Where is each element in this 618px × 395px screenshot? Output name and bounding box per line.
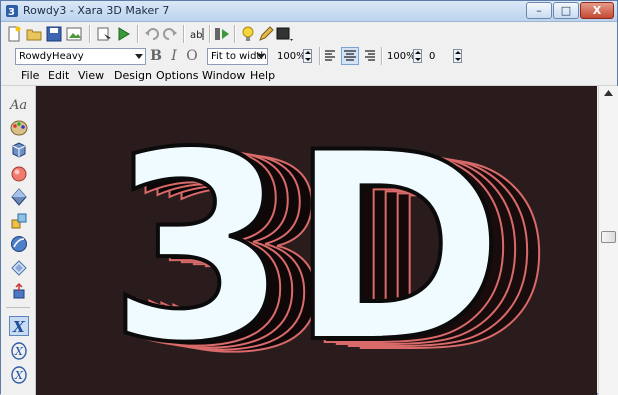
pencil-icon[interactable] (257, 25, 275, 43)
menu-file[interactable]: File (21, 69, 39, 82)
window-title: Rowdy3 - Xara 3D Maker 7 (23, 4, 170, 17)
extrude-tool-icon[interactable] (10, 235, 28, 253)
app-icon: 3 (6, 5, 18, 18)
close-button[interactable]: X (580, 2, 614, 19)
design-canvas[interactable]: 3D 3D 3D 3D 3D (36, 86, 597, 395)
animation-tool-icon[interactable] (10, 259, 28, 277)
spacing-offset-spinner[interactable] (453, 49, 462, 63)
front-face-text: 3D (108, 98, 505, 395)
svg-text:X: X (12, 318, 26, 336)
scale-spinner[interactable] (303, 49, 312, 63)
chevron-down-icon (135, 54, 143, 59)
scroll-up-icon[interactable] (604, 90, 613, 96)
spacing-offset-value[interactable]: 0 (429, 49, 435, 64)
text-edit-icon[interactable]: ab (189, 25, 207, 43)
save-icon[interactable] (45, 25, 63, 43)
open-file-icon[interactable] (25, 25, 43, 43)
shadow-tool-icon[interactable] (10, 188, 28, 206)
toolbar-separator (319, 47, 321, 65)
align-center-icon[interactable] (341, 47, 359, 65)
texture-tool-icon[interactable] (10, 212, 28, 230)
bevel-tool-icon[interactable] (10, 141, 28, 159)
main-toolbar: ab (1, 22, 617, 46)
tools-separator (6, 307, 30, 308)
svg-text:ab: ab (190, 30, 202, 41)
toolbar-separator (234, 25, 236, 43)
menu-design[interactable]: Design (114, 69, 152, 82)
toolbar-separator (183, 25, 185, 43)
bold-button[interactable]: B (148, 48, 164, 64)
title-bar: 3 Rowdy3 - Xara 3D Maker 7 – □ X (1, 1, 617, 22)
fit-mode-select[interactable]: Fit to width (207, 48, 268, 65)
lighting-tool-icon[interactable] (10, 165, 28, 183)
export-image-icon[interactable] (65, 25, 83, 43)
3d-text-render: 3D 3D 3D 3D 3D (106, 96, 554, 395)
maximize-button[interactable]: □ (553, 2, 579, 19)
animation-settings-icon[interactable] (95, 25, 113, 43)
font-select-value: RowdyHeavy (19, 51, 84, 62)
outline-button[interactable]: O (184, 48, 200, 64)
align-right-icon[interactable] (361, 48, 377, 64)
vertical-scrollbar[interactable] (598, 86, 618, 395)
undo-icon[interactable] (143, 25, 161, 43)
menu-options[interactable]: Options (156, 69, 198, 82)
design-tools-bar: Aa X X X (1, 86, 36, 395)
chevron-down-icon (257, 54, 265, 59)
menu-window[interactable]: Window (202, 69, 245, 82)
frame-controls-icon[interactable] (213, 25, 231, 43)
window-mode-icon[interactable] (275, 25, 293, 43)
text-tool-icon[interactable]: Aa (9, 95, 29, 113)
toolbar-separator (137, 25, 139, 43)
menu-help[interactable]: Help (250, 69, 275, 82)
svg-text:X: X (14, 369, 24, 382)
align-left-icon[interactable] (323, 48, 339, 64)
export-tool-icon[interactable] (10, 282, 28, 300)
svg-text:3: 3 (8, 7, 15, 18)
menu-view[interactable]: View (78, 69, 104, 82)
font-select[interactable]: RowdyHeavy (15, 48, 146, 65)
play-animation-icon[interactable] (115, 25, 133, 43)
color-tool-icon[interactable] (10, 118, 28, 136)
new-file-icon[interactable] (5, 25, 23, 43)
spacing-spinner[interactable] (413, 49, 422, 63)
toolbar-separator (89, 25, 91, 43)
scrollbar-thumb[interactable] (601, 231, 616, 243)
toolbar-separator (381, 47, 383, 65)
svg-text:X: X (14, 345, 24, 358)
italic-button[interactable]: I (166, 48, 182, 64)
menu-bar: File Edit View Design Options Window Hel… (1, 67, 617, 86)
hint-bulb-icon[interactable] (239, 25, 257, 43)
rotate-x-icon[interactable]: X (10, 342, 28, 360)
rotate-y-icon[interactable]: X (10, 366, 28, 384)
redo-icon[interactable] (161, 25, 179, 43)
toolbar-separator (209, 25, 211, 43)
menu-edit[interactable]: Edit (48, 69, 69, 82)
svg-text:Aa: Aa (9, 98, 27, 113)
minimize-button[interactable]: – (526, 2, 552, 19)
x-mode-icon[interactable]: X (9, 316, 29, 336)
scale-value[interactable]: 100% (277, 49, 306, 64)
spacing-value[interactable]: 100% (387, 49, 416, 64)
app-window: 3 Rowdy3 - Xara 3D Maker 7 – □ X ab Rowd… (0, 0, 618, 395)
